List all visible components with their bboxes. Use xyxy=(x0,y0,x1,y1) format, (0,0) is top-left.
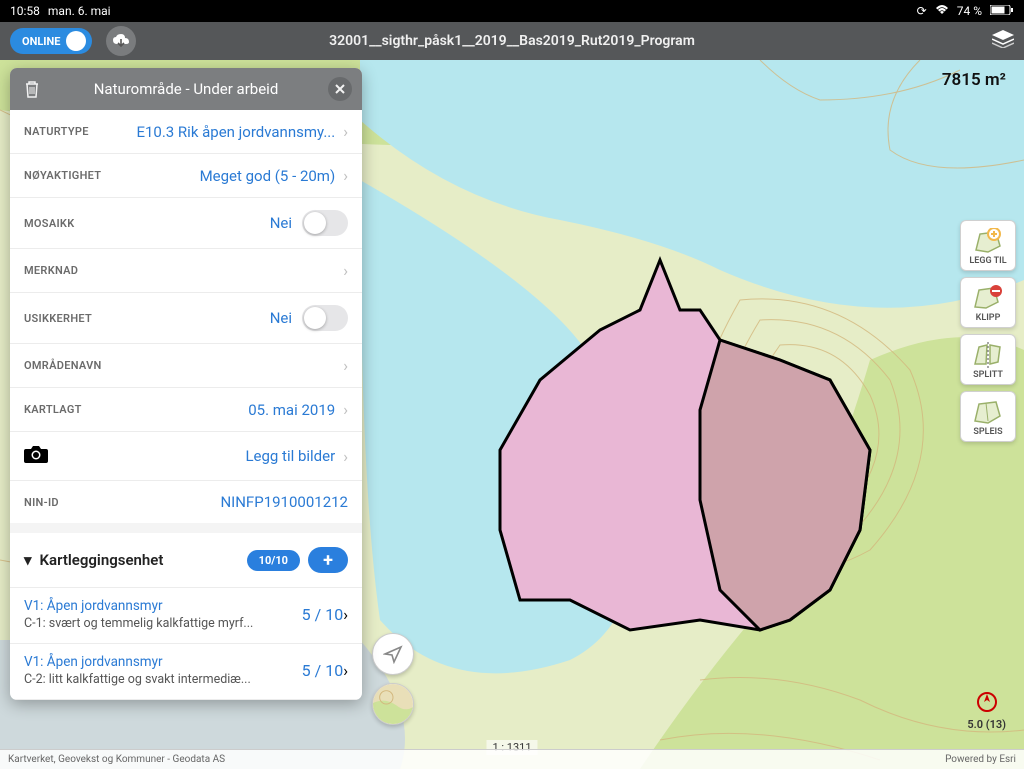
attribution-left: Kartverket, Geovekst og Kommuner - Geoda… xyxy=(8,754,225,765)
row-mosaikk[interactable]: MOSAIKK Nei xyxy=(10,198,362,249)
close-button[interactable] xyxy=(328,77,352,101)
leggtil-icon xyxy=(970,226,1006,256)
feature-panel: Naturområde - Under arbeid NATURTYPE E10… xyxy=(10,68,362,700)
map-area[interactable]: 7815 m² LEGG TIL KLIPP SPLITT SPLEIS xyxy=(0,60,1024,769)
panel-header: Naturområde - Under arbeid xyxy=(10,68,362,110)
layers-button[interactable] xyxy=(992,30,1014,52)
klipp-button[interactable]: KLIPP xyxy=(960,277,1016,328)
unit-row[interactable]: V1: Åpen jordvannsmyr C-1: svært og temm… xyxy=(10,588,362,644)
spleis-icon xyxy=(970,397,1006,427)
attribution-right: Powered by Esri xyxy=(945,754,1016,765)
status-battery: 74 % xyxy=(957,4,982,18)
chevron-right-icon: › xyxy=(343,447,348,466)
count-badge: 10/10 xyxy=(247,550,300,571)
usikkerhet-toggle[interactable] xyxy=(302,305,348,331)
add-unit-button[interactable]: + xyxy=(308,547,348,573)
battery-icon xyxy=(990,4,1014,18)
leggtil-button[interactable]: LEGG TIL xyxy=(960,220,1016,271)
camera-icon xyxy=(24,444,48,468)
toggle-knob xyxy=(66,31,86,51)
tool-column: LEGG TIL KLIPP SPLITT SPLEIS xyxy=(960,220,1016,442)
top-bar: ONLINE 32001__sigthr_påsk1__2019__Bas201… xyxy=(0,22,1024,60)
status-bar: 10:58 man. 6. mai ⟳ 74 % xyxy=(0,0,1024,22)
unit-row[interactable]: V1: Åpen jordvannsmyr C-2: litt kalkfatt… xyxy=(10,644,362,700)
locate-button[interactable] xyxy=(372,633,414,675)
row-usikkerhet[interactable]: USIKKERHET Nei xyxy=(10,293,362,344)
basemap-button[interactable] xyxy=(372,683,414,725)
compass-icon xyxy=(967,691,1006,716)
chevron-right-icon: › xyxy=(343,400,348,419)
wifi-icon xyxy=(935,4,949,18)
chevron-right-icon: › xyxy=(343,605,348,624)
panel-title: Naturområde - Under arbeid xyxy=(54,80,318,98)
klipp-icon xyxy=(970,283,1006,313)
status-time: 10:58 xyxy=(10,4,40,18)
row-merknad[interactable]: MERKNAD › xyxy=(10,249,362,293)
splitt-icon xyxy=(970,340,1006,370)
chevron-right-icon: › xyxy=(343,261,348,280)
mosaikk-toggle[interactable] xyxy=(302,210,348,236)
gps-accuracy: 5.0 (13) xyxy=(967,691,1006,731)
chevron-right-icon: › xyxy=(343,356,348,375)
download-button[interactable] xyxy=(106,26,136,56)
row-naturtype[interactable]: NATURTYPE E10.3 Rik åpen jordvannsmy... … xyxy=(10,110,362,154)
row-bilder[interactable]: Legg til bilder › xyxy=(10,432,362,481)
delete-button[interactable] xyxy=(20,77,44,101)
status-date: man. 6. mai xyxy=(48,4,111,18)
section-kartleggingsenhet[interactable]: ▾ Kartleggingsenhet 10/10 + xyxy=(10,533,362,588)
caret-down-icon: ▾ xyxy=(24,551,32,569)
spleis-button[interactable]: SPLEIS xyxy=(960,391,1016,442)
chevron-right-icon: › xyxy=(343,122,348,141)
splitt-button[interactable]: SPLITT xyxy=(960,334,1016,385)
project-title: 32001__sigthr_påsk1__2019__Bas2019_Rut20… xyxy=(329,33,695,49)
chevron-right-icon: › xyxy=(343,661,348,680)
row-noyaktighet[interactable]: NØYAKTIGHET Meget god (5 - 20m) › xyxy=(10,154,362,198)
row-ninid: NIN-ID NINFP1910001212 xyxy=(10,481,362,523)
chevron-right-icon: › xyxy=(343,166,348,185)
row-kartlagt[interactable]: KARTLAGT 05. mai 2019 › xyxy=(10,388,362,432)
panel-body[interactable]: NATURTYPE E10.3 Rik åpen jordvannsmy... … xyxy=(10,110,362,700)
attribution-bar: Kartverket, Geovekst og Kommuner - Geoda… xyxy=(0,749,1024,769)
online-toggle[interactable]: ONLINE xyxy=(10,28,92,54)
area-label: 7815 m² xyxy=(942,70,1006,90)
online-label: ONLINE xyxy=(22,35,60,48)
sync-icon: ⟳ xyxy=(917,4,927,18)
row-omradenavn[interactable]: OMRÅDENAVN › xyxy=(10,344,362,388)
